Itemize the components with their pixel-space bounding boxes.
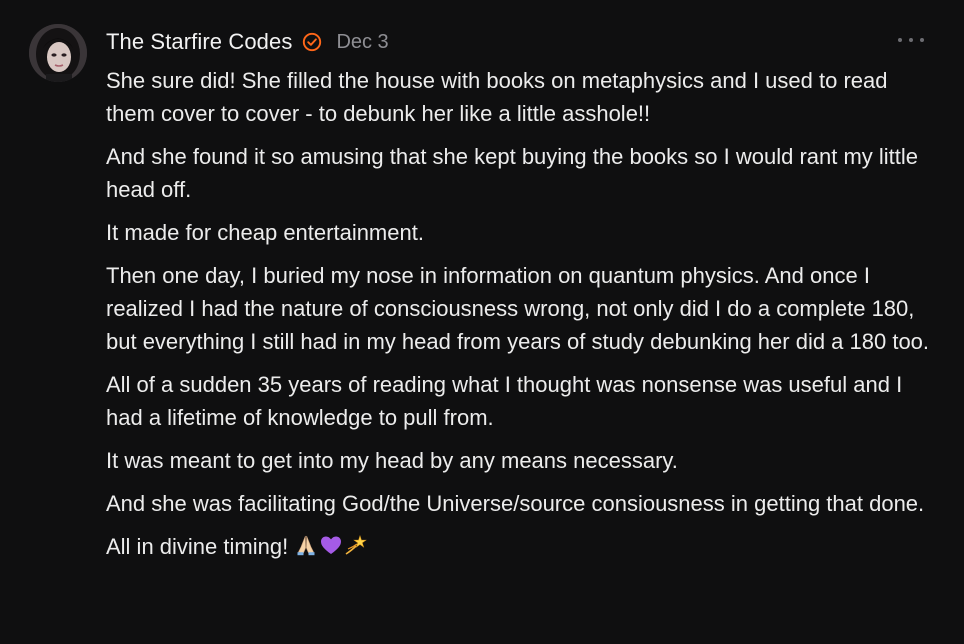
comment-paragraph: And she found it so amusing that she kep… bbox=[106, 144, 919, 202]
comment: The Starfire Codes Dec 3 She sure did! S… bbox=[0, 0, 964, 644]
comment-paragraph: All of a sudden 35 years of reading what… bbox=[106, 372, 903, 430]
comment-header: The Starfire Codes Dec 3 bbox=[106, 28, 389, 56]
purple-heart-icon bbox=[321, 536, 342, 554]
comment-date[interactable]: Dec 3 bbox=[336, 31, 388, 54]
comment-paragraph: It was meant to get into my head by any … bbox=[106, 448, 678, 473]
dizzy-star-icon bbox=[345, 535, 367, 555]
comment-paragraph: Then one day, I buried my nose in inform… bbox=[106, 263, 930, 354]
author-avatar[interactable] bbox=[29, 24, 87, 82]
comment-closing-text: All in divine timing! bbox=[106, 534, 289, 559]
comment-paragraph: She sure did! She filled the house with … bbox=[106, 68, 888, 126]
more-dot bbox=[920, 38, 924, 42]
verified-check-icon bbox=[302, 32, 322, 52]
more-dot bbox=[909, 38, 913, 42]
comment-paragraph: And she was facilitating God/the Univers… bbox=[106, 491, 925, 516]
comment-paragraph: It made for cheap entertainment. bbox=[106, 220, 424, 245]
emoji-group bbox=[294, 533, 369, 557]
author-name[interactable]: The Starfire Codes bbox=[106, 29, 292, 55]
comment-body: She sure did! She filled the house with … bbox=[106, 64, 936, 573]
more-dot bbox=[898, 38, 902, 42]
comment-paragraph-last: All in divine timing! bbox=[106, 530, 936, 563]
folded-hands-icon bbox=[297, 535, 315, 556]
more-options-icon[interactable] bbox=[898, 32, 924, 48]
